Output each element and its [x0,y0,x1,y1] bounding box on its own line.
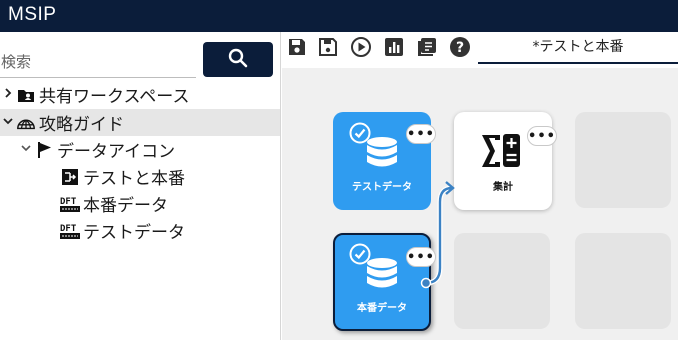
main-area: ? *テストと本番 ••• テストデータ ••• 集計 ••• 本番データ [282,32,678,340]
globe-icon [16,113,36,133]
tree-item-label: テストデータ [83,223,185,243]
sidebar: 共有ワークスペース 攻略ガイド データアイコン テストと本番 DFT 本番データ [0,32,281,340]
tab-test-and-prod[interactable]: *テストと本番 [478,32,678,64]
node-label: 本番データ [357,303,407,314]
save-as-icon [318,37,338,61]
database-icon [362,134,402,178]
node-aggregate[interactable]: ••• 集計 [454,112,557,210]
tree-item-label: 攻略ガイド [39,115,124,135]
toolbar: ? *テストと本番 [282,32,678,68]
dft-icon: DFT [60,194,80,214]
tree-item-strategy-guide[interactable]: 攻略ガイド [0,109,280,136]
search-button[interactable] [203,42,273,77]
search-icon [228,48,248,72]
export-button[interactable] [416,38,438,60]
node-label: 集計 [493,182,513,193]
tree-item-label: データアイコン [57,142,176,162]
empty-slot[interactable] [575,112,671,208]
tree-item-data-icons[interactable]: データアイコン [18,136,175,163]
chart-button[interactable] [383,38,405,60]
help-icon: ? [449,36,471,62]
svg-text:DFT: DFT [60,224,77,234]
app-title: MSIP [8,4,57,25]
more-options-button[interactable]: ••• [406,247,436,267]
empty-slot[interactable] [575,233,671,329]
save-as-button[interactable] [317,38,339,60]
run-icon [350,36,372,62]
more-options-button[interactable]: ••• [406,124,436,144]
node-test-data[interactable]: ••• テストデータ [333,112,436,210]
tree-item-shared-workspace[interactable]: 共有ワークスペース [0,81,189,108]
tree-item-label: 共有ワークスペース [39,87,190,107]
search-input[interactable] [0,46,196,78]
save-button[interactable] [286,38,308,60]
dft-icon: DFT [60,221,80,241]
flow-icon [60,167,80,187]
chevron-right-icon[interactable] [0,87,16,103]
svg-text:?: ? [456,40,464,56]
tree-item-prod-data[interactable]: DFT 本番データ [60,190,168,217]
tree-item-test-data[interactable]: DFT テストデータ [60,217,185,244]
export-icon [417,37,437,61]
chevron-down-icon[interactable] [0,115,16,130]
folder-person-icon [16,85,36,105]
app-header: MSIP [0,0,678,32]
database-icon [362,255,402,299]
save-icon [287,37,307,61]
svg-text:DFT: DFT [60,197,77,207]
chevron-down-icon[interactable] [18,142,34,157]
node-label: テストデータ [352,182,412,193]
empty-slot[interactable] [454,233,550,329]
flow-canvas[interactable]: ••• テストデータ ••• 集計 ••• 本番データ [282,68,678,340]
chart-icon [384,37,404,61]
tree-item-test-and-prod[interactable]: テストと本番 [60,163,185,190]
help-button[interactable]: ? [449,36,471,62]
node-prod-data[interactable]: ••• 本番データ [333,233,436,331]
run-button[interactable] [350,36,372,62]
flag-icon [34,140,54,160]
tree-item-label: テストと本番 [83,169,185,189]
tree-item-label: 本番データ [83,196,168,216]
sum-calculator-icon [480,132,522,174]
more-options-button[interactable]: ••• [527,126,557,146]
